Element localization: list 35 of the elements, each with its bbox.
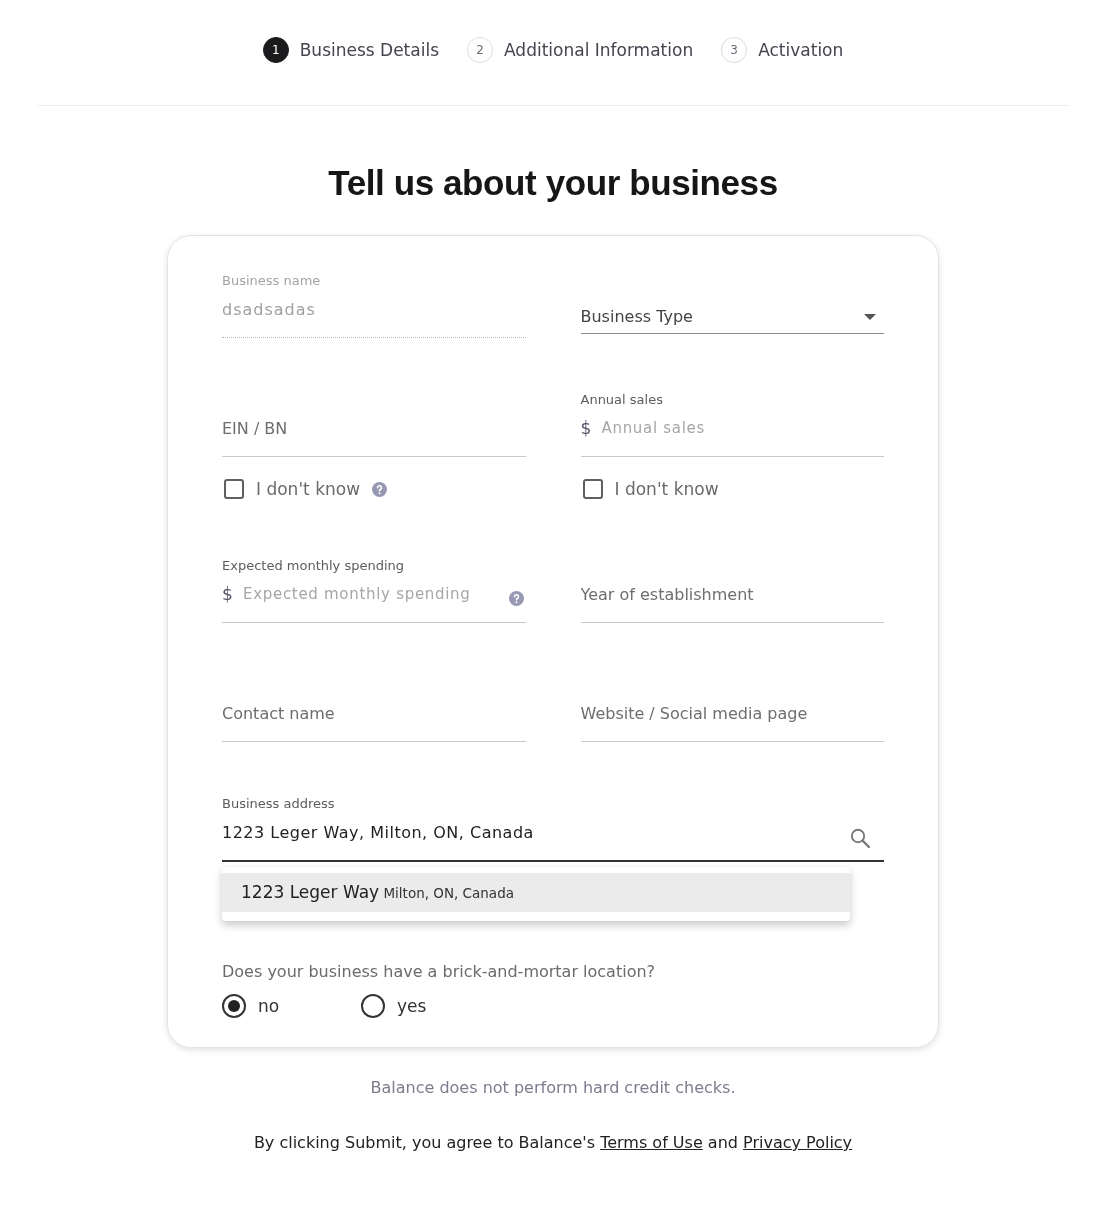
- radio-label: no: [258, 996, 280, 1016]
- field-label: Business name: [222, 273, 321, 289]
- legal-link[interactable]: Terms of Use: [600, 1133, 703, 1152]
- field-label: Annual sales: [580, 392, 663, 408]
- text-input[interactable]: Contact name: [222, 693, 526, 742]
- step-label: Business Details: [299, 39, 439, 61]
- text-input[interactable]: Website / Social media page: [580, 693, 884, 742]
- page-title: Tell us about your business: [327, 162, 779, 204]
- text-input[interactable]: EIN / BN: [222, 408, 526, 457]
- search-icon: [850, 828, 870, 848]
- question-text: Does your business have a brick-and-mortar location?: [222, 961, 657, 983]
- currency-symbol: $: [222, 583, 233, 606]
- select-field[interactable]: Business Type: [580, 289, 884, 334]
- step-number: 3: [721, 37, 748, 63]
- address-input[interactable]: 1223 Leger Way, Milton, ON, Canada: [222, 812, 884, 862]
- legal-link[interactable]: Privacy Policy: [743, 1133, 853, 1152]
- step-label: Activation: [758, 39, 844, 61]
- radio-button[interactable]: [222, 994, 246, 1018]
- step-number: 1: [262, 37, 289, 63]
- checkbox-label: I don't know: [256, 479, 361, 499]
- radio-button[interactable]: [361, 994, 385, 1018]
- checkbox[interactable]: [224, 479, 244, 499]
- field-label: Business address: [222, 796, 335, 812]
- text-input[interactable]: Year of establishment: [580, 574, 884, 623]
- suggestion-item[interactable]: 1223 Leger Way Milton, ON, Canada: [222, 873, 850, 912]
- disclaimer-text: Balance does not perform hard credit checks.: [369, 1077, 737, 1099]
- field-label: Expected monthly spending: [222, 558, 405, 574]
- radio-label: yes: [397, 996, 427, 1016]
- currency-symbol: $: [580, 417, 592, 440]
- checkbox-label: I don't know: [614, 479, 719, 499]
- checkbox[interactable]: [582, 479, 603, 499]
- caret-icon: [864, 314, 876, 320]
- step-number: 2: [467, 37, 493, 63]
- consent-text: By clicking Submit, you agree to Balance's Terms of Use and Privacy Policy: [252, 1132, 854, 1154]
- step-label: Additional Information: [504, 39, 694, 61]
